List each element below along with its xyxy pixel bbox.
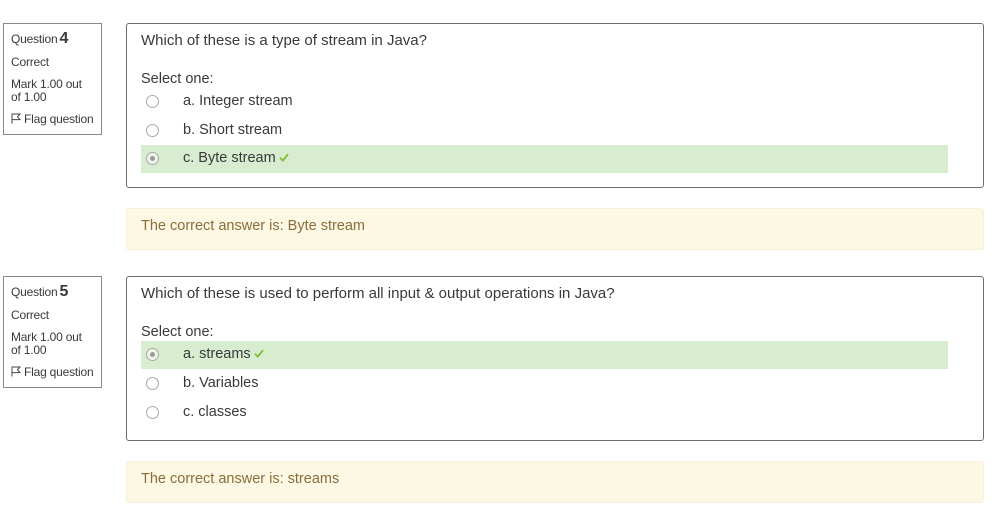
answer-option-b[interactable]: b. Variables	[141, 370, 948, 398]
question-number-row: Question 4	[11, 30, 94, 47]
question-5: Question 5 Correct Mark 1.00 out of 1.00 …	[0, 276, 1007, 503]
feedback-box: The correct answer is: Byte stream	[126, 208, 984, 250]
correct-answer-text: The correct answer is: streams	[141, 471, 340, 487]
answer-option-c[interactable]: c. classes	[141, 399, 948, 427]
radio-button[interactable]	[146, 406, 159, 419]
question-content: Which of these is a type of stream in Ja…	[126, 23, 984, 188]
question-number: 4	[59, 30, 69, 47]
select-one-prompt: Select one:	[141, 324, 214, 340]
checkmark-icon	[254, 349, 264, 358]
flag-label: Flag question	[24, 365, 94, 379]
flag-icon	[11, 113, 21, 124]
answer-option-c[interactable]: c. Byte stream	[141, 145, 948, 173]
radio-button-selected[interactable]	[146, 152, 159, 165]
question-label: Question	[11, 32, 58, 46]
flag-question-link[interactable]: Flag question	[11, 113, 94, 126]
question-4: Question 4 Correct Mark 1.00 out of 1.00 …	[0, 23, 1007, 250]
radio-button[interactable]	[146, 124, 159, 137]
question-text: Which of these is a type of stream in Ja…	[141, 32, 427, 49]
question-grade: Mark 1.00 out of 1.00	[11, 330, 82, 357]
flag-label: Flag question	[24, 112, 94, 126]
question-text: Which of these is used to perform all in…	[141, 285, 615, 302]
answer-label: b. Short stream	[183, 122, 283, 138]
checkmark-icon	[279, 153, 289, 162]
radio-button[interactable]	[146, 377, 159, 390]
answer-option-b[interactable]: b. Short stream	[141, 117, 948, 145]
radio-button[interactable]	[146, 95, 159, 108]
radio-button-selected[interactable]	[146, 348, 159, 361]
answer-label-row: c. Byte stream	[183, 150, 289, 166]
question-info: Question 5 Correct Mark 1.00 out of 1.00 …	[3, 276, 102, 388]
question-state: Correct	[11, 55, 49, 69]
question-content: Which of these is used to perform all in…	[126, 276, 984, 441]
question-number-row: Question 5	[11, 283, 94, 300]
question-info: Question 4 Correct Mark 1.00 out of 1.00 …	[3, 23, 102, 135]
question-label: Question	[11, 285, 58, 299]
correct-answer-text: The correct answer is: Byte stream	[141, 218, 366, 234]
feedback-box: The correct answer is: streams	[126, 461, 984, 503]
question-number: 5	[59, 283, 69, 300]
answer-option-a[interactable]: a. streams	[141, 341, 948, 369]
flag-icon	[11, 366, 21, 377]
answer-option-a[interactable]: a. Integer stream	[141, 88, 948, 116]
answer-label-row: a. streams	[183, 346, 264, 362]
answer-label: a. Integer stream	[183, 93, 293, 109]
select-one-prompt: Select one:	[141, 71, 214, 87]
flag-question-link[interactable]: Flag question	[11, 366, 94, 379]
answer-label: b. Variables	[183, 375, 259, 391]
question-state: Correct	[11, 308, 49, 322]
question-grade: Mark 1.00 out of 1.00	[11, 77, 82, 104]
answer-label: c. Byte stream	[183, 150, 276, 166]
answer-label: a. streams	[183, 346, 251, 362]
answer-label: c. classes	[183, 404, 247, 420]
